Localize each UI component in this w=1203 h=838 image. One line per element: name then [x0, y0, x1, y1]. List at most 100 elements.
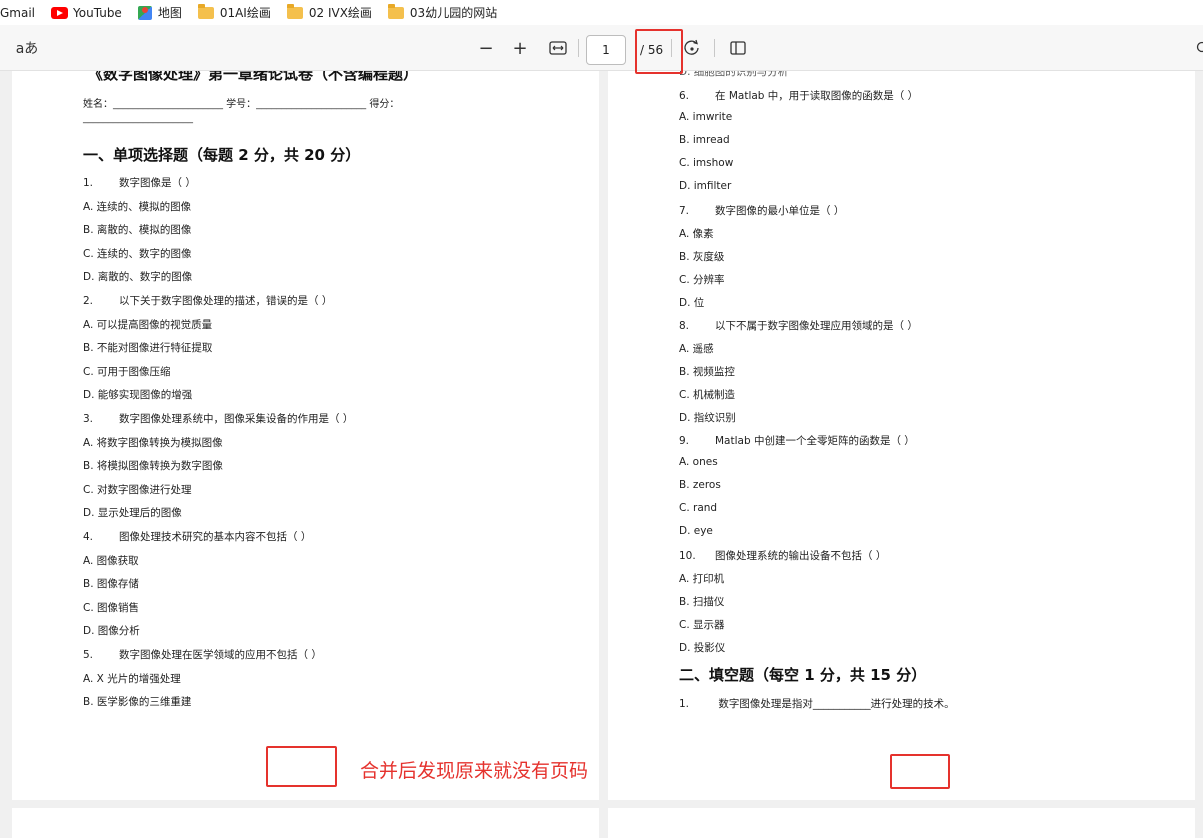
folder-icon — [286, 3, 303, 19]
answer-option: D. imfilter — [679, 180, 731, 192]
question-stem: 9. Matlab 中创建一个全零矩阵的函数是（ ） — [679, 433, 915, 448]
pdf-page-right: D. 细胞图的识别与分析 6. 在 Matlab 中，用于读取图像的函数是（ ） A… — [608, 71, 1195, 800]
line-text: C. rand — [679, 502, 718, 514]
answer-option: D. 位 — [679, 295, 704, 310]
line-text: D. 位 — [679, 297, 705, 309]
answer-option: B. 医学影像的三维重建 — [83, 694, 191, 709]
zoom-in-button[interactable]: + — [508, 25, 532, 71]
line-text: C. 对数字图像进行处理 — [83, 483, 192, 496]
question-number: 10. — [679, 550, 696, 562]
page-view-button[interactable] — [726, 25, 750, 71]
bookmark-maps[interactable]: 地图 — [137, 4, 182, 21]
pdf-page-next-left — [12, 808, 599, 838]
answer-option: C. imshow — [679, 157, 733, 169]
line-text: B. 将模拟图像转换为数字图像 — [83, 460, 223, 473]
question-stem: 2. 以下关于数字图像处理的描述，错误的是（ ） — [83, 293, 332, 308]
question-number: 5. — [83, 649, 94, 661]
line-text: A. imwrite — [679, 111, 733, 123]
answer-option: C. 连续的、数字的图像 — [83, 246, 192, 261]
bookmark-folder-2-label: 02 IVX绘画 — [308, 6, 372, 20]
question-number: 1. — [83, 177, 94, 189]
line-text: 图像处理系统的输出设备不包括（ ） — [715, 550, 887, 562]
answer-option: A. 打印机 — [679, 571, 724, 586]
answer-option: A. 遥感 — [679, 341, 714, 356]
bookmark-youtube-label: YouTube — [73, 5, 122, 20]
bookmark-gmail[interactable]: Gmail — [0, 6, 35, 20]
question-stem: 5. 数字图像处理在医学领域的应用不包括（ ） — [83, 647, 322, 662]
line-text: C. 可用于图像压缩 — [83, 365, 171, 378]
line-text: A. X 光片的增强处理 — [83, 672, 181, 685]
question-text: 数字图像处理是指对___________进行处理的技术。 — [718, 698, 955, 710]
line-text: 图像处理技术研究的基本内容不包括（ ） — [119, 531, 312, 543]
answer-option: A. 可以提高图像的视觉质量 — [83, 317, 212, 332]
question-number: 6. — [679, 90, 690, 102]
pdf-page-left: 《数字图像处理》第一章绪论试卷（不含编程题） 姓名：______________… — [12, 71, 599, 800]
line-text: B. 图像存储 — [83, 578, 139, 591]
answer-option: B. imread — [679, 134, 730, 146]
section-heading-1: 一、单项选择题（每题 2 分，共 20 分） — [83, 146, 361, 164]
answer-option: A. 将数字图像转换为模拟图像 — [83, 435, 223, 450]
fit-width-button[interactable] — [546, 25, 570, 71]
answer-option: A. 像素 — [679, 226, 714, 241]
question-number: 1. — [679, 698, 690, 710]
info-line-2: ______________________ — [83, 113, 193, 124]
plus-icon: + — [512, 37, 528, 59]
answer-option: C. rand — [679, 502, 717, 514]
page-number-input[interactable]: 1 — [586, 35, 626, 65]
line-text: D. 能够实现图像的增强 — [83, 389, 193, 402]
rotate-button[interactable] — [680, 25, 704, 71]
line-text: C. 分辨率 — [679, 274, 725, 286]
line-text: C. imshow — [679, 157, 734, 169]
line-text: A. 将数字图像转换为模拟图像 — [83, 436, 223, 449]
line-text: C. 连续的、数字的图像 — [83, 247, 192, 260]
search-icon — [1196, 41, 1203, 53]
bookmark-folder-3[interactable]: 03幼儿园的网站 — [387, 3, 498, 21]
line-text: B. 视频监控 — [679, 366, 735, 378]
bookmark-folder-2[interactable]: 02 IVX绘画 — [286, 3, 372, 21]
zoom-out-button[interactable]: − — [474, 25, 498, 71]
line-text: A. 可以提高图像的视觉质量 — [83, 318, 213, 331]
line-text: C. 图像销售 — [83, 601, 140, 614]
line-text: 数字图像的最小单位是（ ） — [715, 205, 845, 217]
read-aloud-button[interactable]: aあ — [14, 25, 40, 71]
page-number-value: 1 — [602, 43, 610, 57]
answer-option: B. 视频监控 — [679, 364, 735, 379]
answer-option: D. 能够实现图像的增强 — [83, 387, 192, 402]
question-number: 8. — [679, 320, 690, 332]
line-text: 以下不属于数字图像处理应用领域的是（ ） — [715, 320, 918, 332]
answer-option: D. eye — [679, 525, 713, 537]
line-text: D. imfilter — [679, 180, 732, 192]
answer-option: C. 机械制造 — [679, 387, 735, 402]
bookmark-gmail-label: Gmail — [0, 5, 36, 20]
line-text: A. 连续的、模拟的图像 — [83, 200, 192, 213]
info-line: 姓名：______________________ 学号：___________… — [83, 99, 400, 110]
answer-option: A. imwrite — [679, 111, 732, 123]
rotate-icon — [684, 39, 699, 55]
bookmarks-bar: Gmail YouTube 地图 01AI绘画 02 IVX绘画 03幼儿园的网… — [0, 0, 1203, 25]
answer-option: B. zeros — [679, 479, 721, 491]
line-text: D. 图像分析 — [83, 625, 140, 638]
search-button[interactable] — [1194, 25, 1203, 71]
question-number: 3. — [83, 413, 94, 425]
fill-question-1: 1. 数字图像处理是指对___________进行处理的技术。 — [679, 696, 955, 711]
line-text: 数字图像处理在医学领域的应用不包括（ ） — [119, 649, 322, 661]
answer-option: B. 扫描仪 — [679, 594, 724, 609]
line-text: D. 投影仪 — [679, 642, 726, 654]
answer-option: B. 离散的、模拟的图像 — [83, 222, 191, 237]
answer-option: D. 投影仪 — [679, 640, 725, 655]
answer-option: D. 显示处理后的图像 — [83, 505, 182, 520]
question-stem: 3. 数字图像处理系统中，图像采集设备的作用是（ ） — [83, 411, 353, 426]
answer-option: A. X 光片的增强处理 — [83, 671, 181, 686]
line-text: D. eye — [679, 525, 713, 537]
bookmark-youtube[interactable]: YouTube — [51, 6, 122, 20]
line-text: A. 遥感 — [679, 343, 714, 355]
bookmark-folder-1[interactable]: 01AI绘画 — [197, 3, 271, 21]
line-text: D. 显示处理后的图像 — [83, 507, 182, 520]
answer-option: C. 对数字图像进行处理 — [83, 482, 192, 497]
line-text: A. ones — [679, 456, 718, 468]
line-text: A. 图像获取 — [83, 554, 139, 567]
line-text: B. 不能对图像进行特征提取 — [83, 342, 213, 355]
bookmark-folder-3-label: 03幼儿园的网站 — [409, 6, 498, 20]
highlight-box-page-count — [635, 29, 683, 74]
line-text: D. 指纹识别 — [679, 412, 736, 424]
